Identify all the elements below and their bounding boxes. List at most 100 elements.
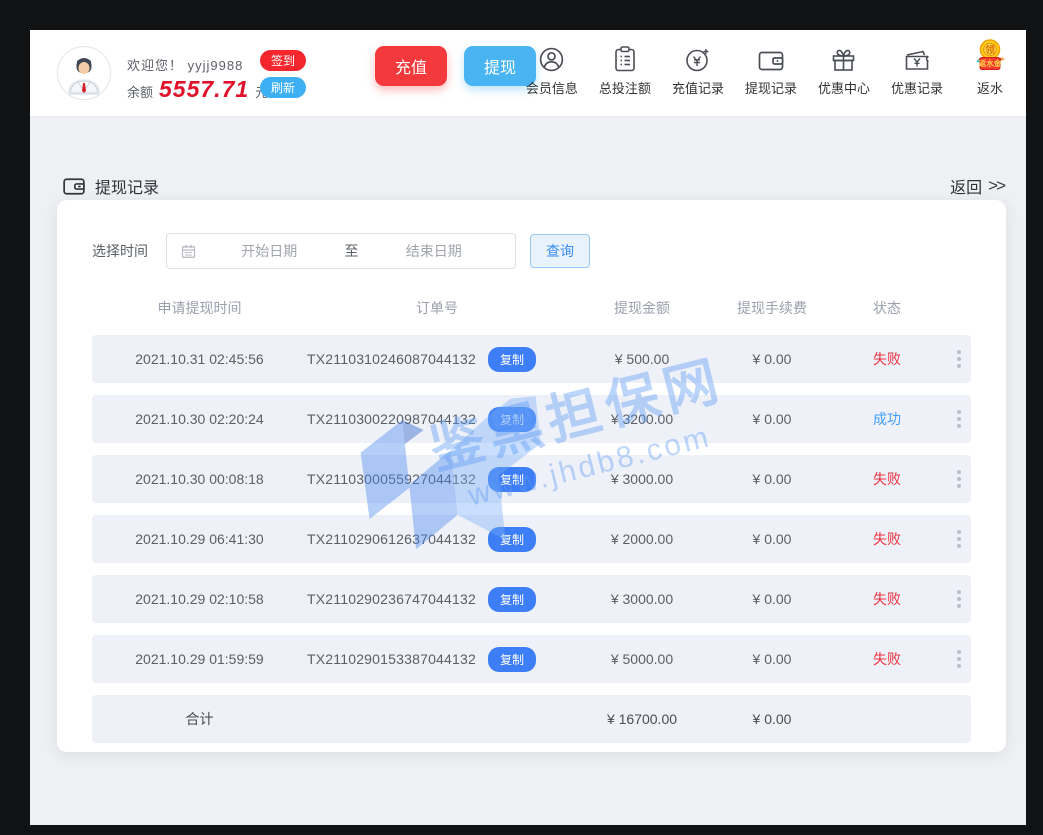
row-fee: ¥ 0.00 <box>717 471 827 487</box>
row-time: 2021.10.30 02:20:24 <box>92 411 307 427</box>
end-date-input[interactable] <box>363 243 506 259</box>
nav-item-recharge-record[interactable]: 充值记录 <box>672 43 724 97</box>
member-info-icon <box>538 43 565 73</box>
nav-item-promo-center[interactable]: 优惠中心 <box>818 43 870 97</box>
row-time: 2021.10.29 01:59:59 <box>92 651 307 667</box>
row-menu-dots[interactable] <box>947 350 971 368</box>
copy-button[interactable]: 复制 <box>488 527 536 552</box>
row-time: 2021.10.31 02:45:56 <box>92 351 307 367</box>
nav-item-rebate[interactable]: 领 返水金 返水 <box>964 43 1016 97</box>
date-filter-row: 选择时间 至 查询 <box>92 233 971 269</box>
copy-button[interactable]: 复制 <box>488 587 536 612</box>
table-row: 2021.10.31 02:45:56 TX211031024608704413… <box>92 335 971 383</box>
back-label: 返回 <box>950 174 982 198</box>
row-order-number: TX2110290153387044132 <box>307 651 476 667</box>
balance-label: 余额 <box>127 82 153 101</box>
welcome-text: 欢迎您！ yyjj9988 <box>127 55 243 74</box>
row-order-number: TX2110290612637044132 <box>307 531 476 547</box>
row-menu-dots[interactable] <box>947 530 971 548</box>
row-time: 2021.10.29 02:10:58 <box>92 591 307 607</box>
row-status: 失败 <box>827 469 947 489</box>
nav-item-member-info[interactable]: 会员信息 <box>526 43 578 97</box>
row-status: 失败 <box>827 349 947 369</box>
recharge-record-icon <box>684 43 711 73</box>
row-amount: ¥ 3000.00 <box>567 471 717 487</box>
total-bets-icon <box>613 43 637 73</box>
calendar-icon <box>181 244 196 259</box>
rebate-coin-icon: 领 返水金 <box>972 43 1008 73</box>
nav-item-promo-record[interactable]: 优惠记录 <box>891 43 943 97</box>
svg-text:返水金: 返水金 <box>979 58 1002 68</box>
copy-button[interactable]: 复制 <box>488 347 536 372</box>
nav-label: 会员信息 <box>526 78 578 97</box>
query-button[interactable]: 查询 <box>530 234 590 268</box>
row-time: 2021.10.29 06:41:30 <box>92 531 307 547</box>
refresh-badge-button[interactable]: 刷新 <box>260 77 306 98</box>
nav-label: 提现记录 <box>745 78 797 97</box>
filter-label: 选择时间 <box>92 241 148 261</box>
nav-label: 优惠中心 <box>818 78 870 97</box>
balance-line: 余额 5557.71 元 <box>127 76 268 102</box>
row-order-number: TX2110300055927044132 <box>307 471 476 487</box>
nav-item-withdraw-record[interactable]: 提现记录 <box>745 43 797 97</box>
copy-button[interactable]: 复制 <box>488 647 536 672</box>
row-order-number: TX2110300220987044132 <box>307 411 476 427</box>
copy-button[interactable]: 复制 <box>488 467 536 492</box>
withdraw-record-title-icon <box>62 176 86 197</box>
row-fee: ¥ 0.00 <box>717 531 827 547</box>
date-range-picker[interactable]: 至 <box>166 233 516 269</box>
row-menu-dots[interactable] <box>947 650 971 668</box>
table-row: 2021.10.29 02:10:58 TX211029023674704413… <box>92 575 971 623</box>
balance-value: 5557.71 <box>159 76 249 102</box>
range-separator: 至 <box>341 241 363 261</box>
row-menu-dots[interactable] <box>947 410 971 428</box>
row-menu-dots[interactable] <box>947 590 971 608</box>
avatar[interactable] <box>57 46 111 100</box>
row-order-number: TX2110310246087044132 <box>307 351 476 367</box>
copy-button[interactable]: 复制 <box>488 407 536 432</box>
header-fee: 提现手续费 <box>717 298 827 318</box>
row-fee: ¥ 0.00 <box>717 651 827 667</box>
row-status: 失败 <box>827 649 947 669</box>
page-title: 提现记录 <box>95 174 159 198</box>
nav-label: 充值记录 <box>672 78 724 97</box>
row-amount: ¥ 2000.00 <box>567 531 717 547</box>
start-date-input[interactable] <box>198 243 341 259</box>
header-status: 状态 <box>827 298 947 318</box>
signin-badge-button[interactable]: 签到 <box>260 50 306 71</box>
header-order: 订单号 <box>307 298 567 318</box>
row-menu-dots[interactable] <box>947 470 971 488</box>
row-amount: ¥ 3000.00 <box>567 591 717 607</box>
row-amount: ¥ 3200.00 <box>567 411 717 427</box>
row-time: 2021.10.30 00:08:18 <box>92 471 307 487</box>
top-header-bar: 欢迎您！ yyjj9988 余额 5557.71 元 签到 刷新 充值 提现 会… <box>30 30 1026 117</box>
table-row: 2021.10.30 02:20:24 TX211030022098704413… <box>92 395 971 443</box>
header-amount: 提现金额 <box>567 298 717 318</box>
total-fee: ¥ 0.00 <box>717 711 827 727</box>
nav-label: 优惠记录 <box>891 78 943 97</box>
recharge-button[interactable]: 充值 <box>375 46 447 86</box>
svg-text:领: 领 <box>985 44 995 57</box>
back-link[interactable]: 返回 >> <box>950 174 1004 198</box>
row-fee: ¥ 0.00 <box>717 411 827 427</box>
table-row: 2021.10.30 00:08:18 TX211030005592704413… <box>92 455 971 503</box>
table-header-row: 申请提现时间 订单号 提现金额 提现手续费 状态 <box>92 290 971 325</box>
row-order-number: TX2110290236747044132 <box>307 591 476 607</box>
header-time: 申请提现时间 <box>92 298 307 318</box>
total-amount: ¥ 16700.00 <box>567 711 717 727</box>
nav-item-total-bets[interactable]: 总投注额 <box>599 43 651 97</box>
app-screen: 欢迎您！ yyjj9988 余额 5557.71 元 签到 刷新 充值 提现 会… <box>30 30 1026 825</box>
promo-center-icon <box>830 43 857 73</box>
table-row: 2021.10.29 01:59:59 TX211029015338704413… <box>92 635 971 683</box>
row-status: 失败 <box>827 529 947 549</box>
promo-record-icon <box>903 43 931 73</box>
nav-label: 返水 <box>977 78 1003 97</box>
row-fee: ¥ 0.00 <box>717 591 827 607</box>
row-amount: ¥ 5000.00 <box>567 651 717 667</box>
row-amount: ¥ 500.00 <box>567 351 717 367</box>
table-row: 2021.10.29 06:41:30 TX211029061263704413… <box>92 515 971 563</box>
top-nav: 会员信息 总投注额 <box>526 43 1016 97</box>
row-status: 成功 <box>827 409 947 429</box>
total-label: 合计 <box>92 709 307 729</box>
row-fee: ¥ 0.00 <box>717 351 827 367</box>
